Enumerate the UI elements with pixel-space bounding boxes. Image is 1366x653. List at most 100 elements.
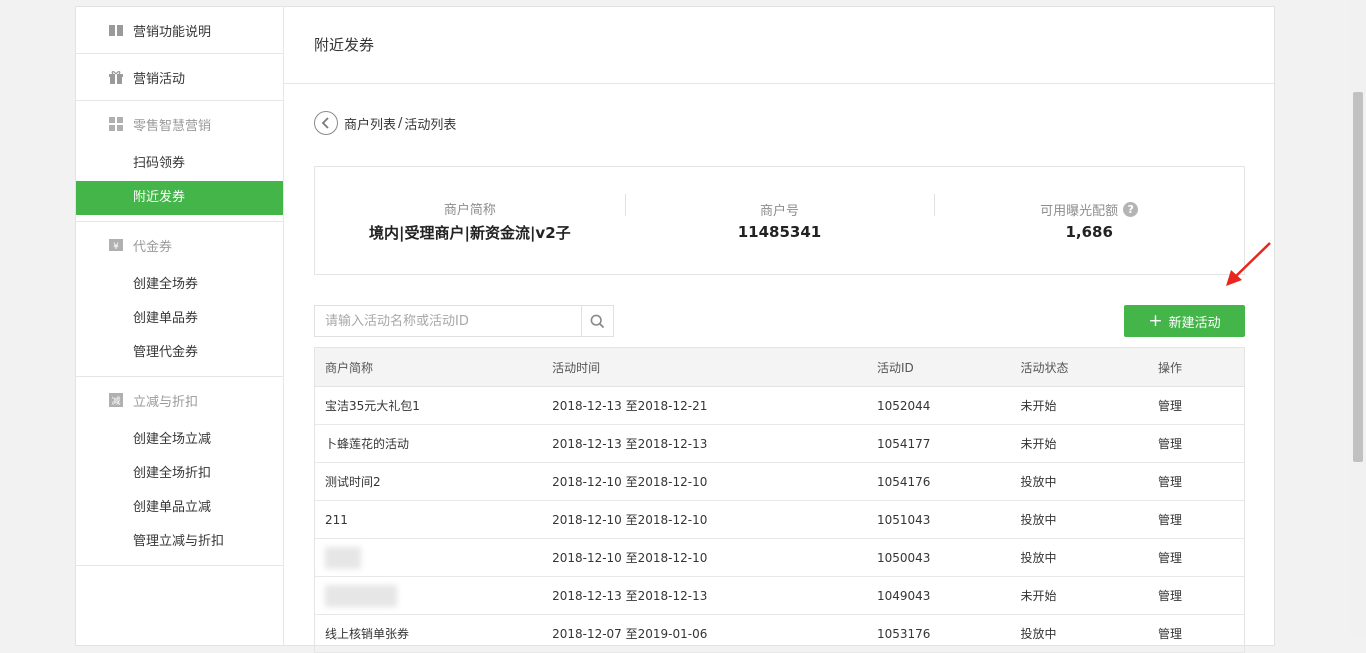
search-input[interactable] (315, 306, 581, 336)
sidebar-item[interactable]: 管理代金券 (76, 336, 283, 370)
activity-id-cell: 1052044 (867, 386, 1011, 425)
activity-id-cell: 1050043 (867, 538, 1011, 577)
activity-time-cell: 2018-12-10 至2018-12-10 (542, 500, 867, 539)
merchant-name-value: 境内|受理商户|新资金流|v2子 (369, 223, 571, 242)
search-icon (590, 314, 605, 328)
activity-time-cell: 2018-12-13 至2018-12-13 (542, 576, 867, 615)
table-header-cell: 商户简称 (314, 347, 543, 387)
status-badge: 投放中 (1010, 538, 1148, 577)
sidebar-group-title[interactable]: 营销功能说明 (76, 7, 283, 53)
redacted-text (325, 546, 361, 569)
table-row: 线上核销单张券 2018-12-07 至2019-01-06 1053176 投放中管… (314, 614, 1245, 653)
table-header-cell: 活动时间 (542, 347, 867, 387)
sidebar-group-title[interactable]: 营销活动 (76, 54, 283, 100)
sidebar: 营销功能说明 营销活动 零售智慧营销 扫码领券 附近发券 ¥ 代金券 创建全场券 创建单品券 管理… (76, 7, 284, 645)
activity-time-cell: 2018-12-10 至2018-12-10 (542, 538, 867, 577)
merchant-id-value: 11485341 (737, 223, 822, 241)
sidebar-group-title: 减 立减与折扣 (76, 377, 283, 423)
activity-time-cell: 2018-12-13 至2018-12-13 (542, 424, 867, 463)
status-badge: 投放中 (1010, 500, 1148, 539)
merchant-name-cell (314, 576, 543, 615)
breadcrumb-merchant-list[interactable]: 商户列表 (344, 114, 396, 133)
svg-text:减: 减 (111, 395, 120, 407)
status-badge: 未开始 (1010, 576, 1148, 615)
sidebar-group-label: 营销功能说明 (133, 24, 212, 40)
merchant-info-box: 商户简称 境内|受理商户|新资金流|v2子 商户号 11485341 可用曝光配… (314, 166, 1245, 275)
main-panel: 附近发券 商户列表 / 活动列表 商户简称 境内|受理商户|新资金流|v2子 商… (284, 7, 1274, 653)
manage-link[interactable]: 管理 (1148, 500, 1245, 539)
quota-label-row: 可用曝光配额 ? (934, 200, 1244, 219)
grid-icon (108, 116, 124, 132)
red-arrow-annotation (1226, 242, 1271, 286)
merchant-id-col: 商户号 11485341 (624, 194, 935, 241)
quota-col: 可用曝光配额 ? 1,686 (934, 194, 1244, 241)
sidebar-group: ¥ 代金券创建全场券 创建单品券 管理代金券 (76, 222, 283, 377)
merchant-name-label: 商户简称 (443, 202, 496, 218)
sidebar-item[interactable]: 创建全场折扣 (76, 457, 283, 491)
table-header-cell: 操作 (1148, 347, 1245, 387)
manage-link[interactable]: 管理 (1148, 538, 1245, 577)
status-badge: 未开始 (1010, 424, 1148, 463)
table-header-cell: 活动ID (867, 347, 1011, 387)
page-title: 附近发券 (284, 7, 1274, 84)
book-icon (108, 22, 124, 38)
sidebar-item[interactable]: 创建全场立减 (76, 423, 283, 457)
breadcrumb-separator: / (398, 115, 403, 131)
activity-id-cell: 1054176 (867, 462, 1011, 501)
activity-id-cell: 1054177 (867, 424, 1011, 463)
search-button[interactable] (581, 306, 613, 336)
sidebar-item[interactable]: 附近发券 (76, 181, 283, 215)
plus-icon: + (1148, 310, 1163, 331)
manage-link[interactable]: 管理 (1148, 462, 1245, 501)
sidebar-item[interactable]: 创建单品券 (76, 302, 283, 336)
svg-text:¥: ¥ (113, 242, 119, 252)
table-row: 2018-12-13 至2018-12-13 1049043 未开始 管理 (314, 576, 1245, 615)
manage-link[interactable]: 管理 (1148, 576, 1245, 615)
activity-id-cell: 1049043 (867, 576, 1011, 615)
activity-time-cell: 2018-12-13 至2018-12-21 (542, 386, 867, 425)
chevron-left-icon (321, 117, 329, 129)
sidebar-item[interactable]: 管理立减与折扣 (76, 525, 283, 559)
table-row: 宝洁35元大礼包1 2018-12-13 至2018-12-21 1052044 未开… (314, 386, 1245, 425)
quota-value: 1,686 (1065, 223, 1113, 241)
merchant-name-cell: 宝洁35元大礼包1 (314, 386, 543, 425)
manage-link[interactable]: 管理 (1148, 424, 1245, 463)
sidebar-group-title: ¥ 代金券 (76, 222, 283, 268)
gift-icon (108, 69, 124, 85)
merchant-name-cell: 线上核销单张券 (314, 614, 543, 653)
sidebar-item[interactable]: 创建全场券 (76, 268, 283, 302)
new-activity-button[interactable]: + 新建活动 (1124, 305, 1245, 337)
scrollbar[interactable] (1350, 0, 1366, 637)
status-badge: 投放中 (1010, 614, 1148, 653)
back-button[interactable] (314, 111, 338, 135)
sidebar-item[interactable]: 扫码领券 (76, 147, 283, 181)
activity-id-cell: 1051043 (867, 500, 1011, 539)
page-card: 营销功能说明 营销活动 零售智慧营销 扫码领券 附近发券 ¥ 代金券 创建全场券 创建单品券 管理… (75, 6, 1275, 653)
breadcrumb-current: 活动列表 (404, 117, 457, 133)
new-activity-label: 新建活动 (1168, 315, 1221, 331)
discount-icon: 减 (108, 392, 124, 408)
table-row: 测试时间2 2018-12-10 至2018-12-10 1054176 投放中 管理 (314, 462, 1245, 501)
table-header-cell: 活动状态 (1010, 347, 1148, 387)
sidebar-group-label: 零售智慧营销 (133, 118, 212, 134)
redacted-text (325, 584, 397, 607)
merchant-name-cell: 211 (314, 500, 543, 539)
status-badge: 投放中 (1010, 462, 1148, 501)
table-row: 2018-12-10 至2018-12-10 1050043 投放中 管理 (314, 538, 1245, 577)
sidebar-item[interactable]: 创建单品立减 (76, 491, 283, 525)
activity-time-cell: 2018-12-10 至2018-12-10 (542, 462, 867, 501)
manage-link[interactable]: 管理 (1148, 386, 1245, 425)
yen-ticket-icon: ¥ (108, 237, 124, 253)
activity-id-cell: 1053176 (867, 614, 1011, 653)
sidebar-group: 零售智慧营销扫码领券 附近发券 (76, 101, 283, 222)
activity-table: 商户简称 活动时间 活动ID 活动状态 操作 宝洁35元大礼包1 2018-12-13 至… (314, 347, 1245, 653)
sidebar-group-label: 代金券 (133, 239, 173, 255)
sidebar-group-title: 零售智慧营销 (76, 101, 283, 147)
scrollbar-thumb[interactable] (1353, 92, 1363, 462)
help-icon[interactable]: ? (1123, 202, 1139, 217)
activity-time-cell: 2018-12-07 至2019-01-06 (542, 614, 867, 653)
quota-label: 可用曝光配额 (1040, 204, 1119, 219)
manage-link[interactable]: 管理 (1148, 614, 1245, 653)
status-badge: 未开始 (1010, 386, 1148, 425)
sidebar-group: 减 立减与折扣 创建全场立减 创建全场折扣 创建单品立减 管理立减与折扣 (76, 377, 283, 566)
